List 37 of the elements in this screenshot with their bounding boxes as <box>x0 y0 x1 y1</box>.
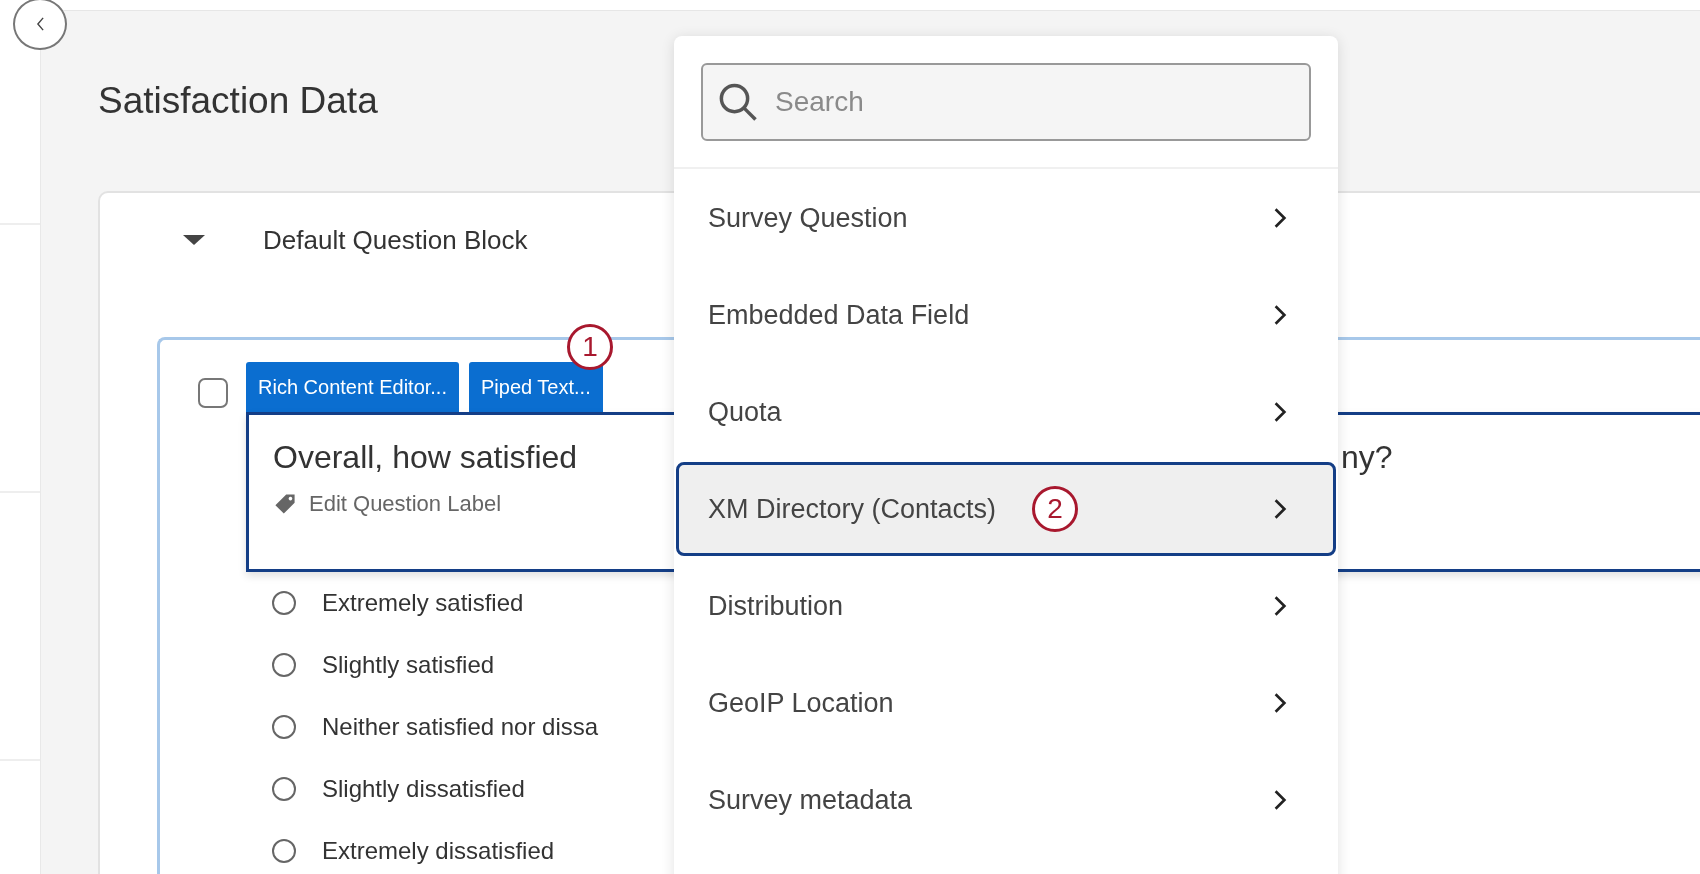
callout-badge: 2 <box>1032 486 1079 532</box>
search-field[interactable]: Search <box>701 63 1311 141</box>
option-label: Extremely dissatisfied <box>322 837 555 865</box>
menu-item[interactable]: Survey metadata <box>676 753 1336 847</box>
chevron-left-icon <box>35 17 45 31</box>
menu-item[interactable]: GeoIP Location <box>676 656 1336 750</box>
option-label: Slightly dissatisfied <box>322 775 525 803</box>
menu-item[interactable]: Survey Question <box>676 171 1336 265</box>
option-label: Slightly satisfied <box>322 651 495 679</box>
chevron-right-icon <box>1273 207 1287 229</box>
chevron-right-icon <box>1273 498 1287 520</box>
radio-button[interactable] <box>272 715 296 739</box>
editor-tab[interactable]: Piped Text... <box>469 362 603 412</box>
question-text: ny? <box>1341 438 1393 476</box>
checkbox[interactable] <box>198 378 228 408</box>
chevron-right-icon <box>1273 304 1287 326</box>
chevron-right-icon <box>1273 595 1287 617</box>
option-label: Neither satisfied nor dissa <box>322 713 599 741</box>
editor-tab[interactable]: Rich Content Editor... <box>246 362 459 412</box>
menu-item[interactable]: XM Directory (Contacts) 2 <box>676 462 1336 556</box>
radio-button[interactable] <box>272 591 296 615</box>
chevron-right-icon <box>1273 789 1287 811</box>
radio-button[interactable] <box>272 777 296 801</box>
chevron-right-icon <box>1273 692 1287 714</box>
option-label: Extremely satisfied <box>322 589 524 617</box>
search-icon <box>717 81 759 123</box>
callout-badge: 1 <box>567 324 613 370</box>
edit-question-label-link[interactable]: Edit Question Label <box>309 491 502 517</box>
chevron-right-icon <box>1273 401 1287 423</box>
menu-item[interactable]: Embedded Data Field <box>676 268 1336 362</box>
page-title: Satisfaction Data <box>98 79 378 123</box>
caret-icon[interactable] <box>183 234 205 246</box>
radio-button[interactable] <box>272 839 296 863</box>
radio-button[interactable] <box>272 653 296 677</box>
question-text: Overall, how satisfied <box>273 438 579 476</box>
tag-icon <box>273 492 297 516</box>
block-title: Default Question Block <box>263 224 528 256</box>
